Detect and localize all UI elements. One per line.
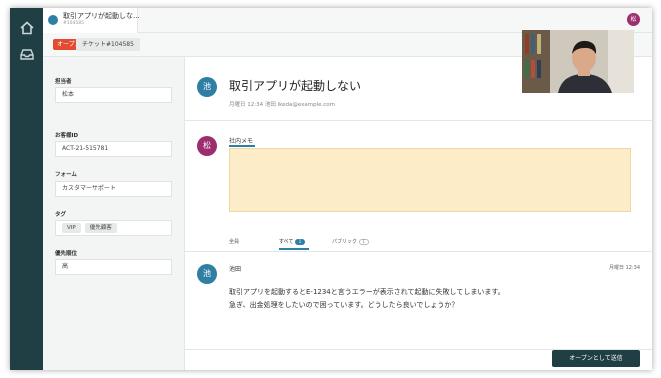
form-select[interactable]: カスタマーサポート: [55, 181, 172, 197]
public-count-badge: 1: [358, 238, 369, 245]
internal-memo-editor[interactable]: [229, 148, 631, 212]
message-date: 月曜日 12:34: [609, 265, 640, 271]
message-body-line: 取引アプリを起動するとE-1234と言うエラーが表示されて起動に失敗してしまいま…: [229, 288, 505, 296]
support-app-window: 取引アプリが起動しな... #104585 松 オープン チケット#104585…: [10, 8, 652, 370]
inbox-icon[interactable]: [19, 46, 35, 62]
assignee-label: 担当者: [55, 79, 72, 85]
filter-public[interactable]: パブリック 1: [332, 238, 369, 245]
tab-title: 取引アプリが起動しな...: [63, 12, 140, 20]
filter-public-label: パブリック: [332, 239, 358, 245]
divider: [185, 251, 652, 252]
tags-label: タグ: [55, 212, 67, 218]
assignee-field[interactable]: 松本: [55, 87, 172, 103]
ticket-subject[interactable]: 取引アプリが起動しない: [229, 77, 361, 94]
filter-everyone-label: すべて: [279, 239, 294, 245]
ticket-meta: 月曜日 12:34 池田 ikeda@example.com: [229, 102, 336, 108]
message-body-line: 急ぎ、出金処理をしたいので困っています。どうしたら良いでしょうか？: [229, 301, 459, 309]
agent-avatar: 松: [197, 136, 217, 156]
filter-everyone[interactable]: すべて 1: [279, 238, 306, 245]
ticket-properties-panel: 担当者 松本 お客様ID ACT-21-515781 フォーム カスタマーサポー…: [43, 57, 185, 370]
tag-chip[interactable]: 優先顧客: [84, 223, 117, 233]
video-call-thumbnail[interactable]: [522, 30, 634, 93]
tag-chip[interactable]: VIP: [62, 223, 81, 233]
requester-avatar: 池: [197, 77, 217, 97]
ticket-id[interactable]: チケット#104585: [76, 38, 140, 51]
left-nav: [10, 8, 43, 370]
filter-all[interactable]: 全員: [229, 238, 239, 245]
video-person-image: [522, 30, 634, 93]
priority-select[interactable]: 高: [55, 259, 172, 275]
memo-tab-indicator: [229, 145, 255, 147]
tab-subtitle: #104585: [63, 21, 84, 26]
ticket-tab[interactable]: 取引アプリが起動しな... #104585: [43, 8, 140, 33]
everyone-count-badge: 1: [295, 238, 306, 245]
filter-active-indicator: [279, 248, 309, 250]
form-label: フォーム: [55, 172, 77, 178]
priority-label: 優先順位: [55, 251, 78, 257]
customer-id-label: お客様ID: [55, 133, 79, 139]
customer-id-field[interactable]: ACT-21-515781: [55, 141, 172, 157]
tags-field[interactable]: VIP 優先顧客: [55, 220, 172, 236]
ticket-tab-icon: [48, 15, 58, 25]
divider: [185, 120, 652, 121]
user-avatar[interactable]: 松: [627, 13, 640, 26]
submit-button[interactable]: オープンとして送信: [552, 350, 640, 367]
message-author-avatar: 池: [197, 264, 217, 284]
home-icon[interactable]: [19, 20, 35, 36]
internal-memo-tab[interactable]: 社内メモ: [229, 136, 253, 145]
message-author: 池田: [229, 266, 242, 273]
conversation-panel: 池 取引アプリが起動しない 月曜日 12:34 池田 ikeda@example…: [185, 57, 652, 370]
